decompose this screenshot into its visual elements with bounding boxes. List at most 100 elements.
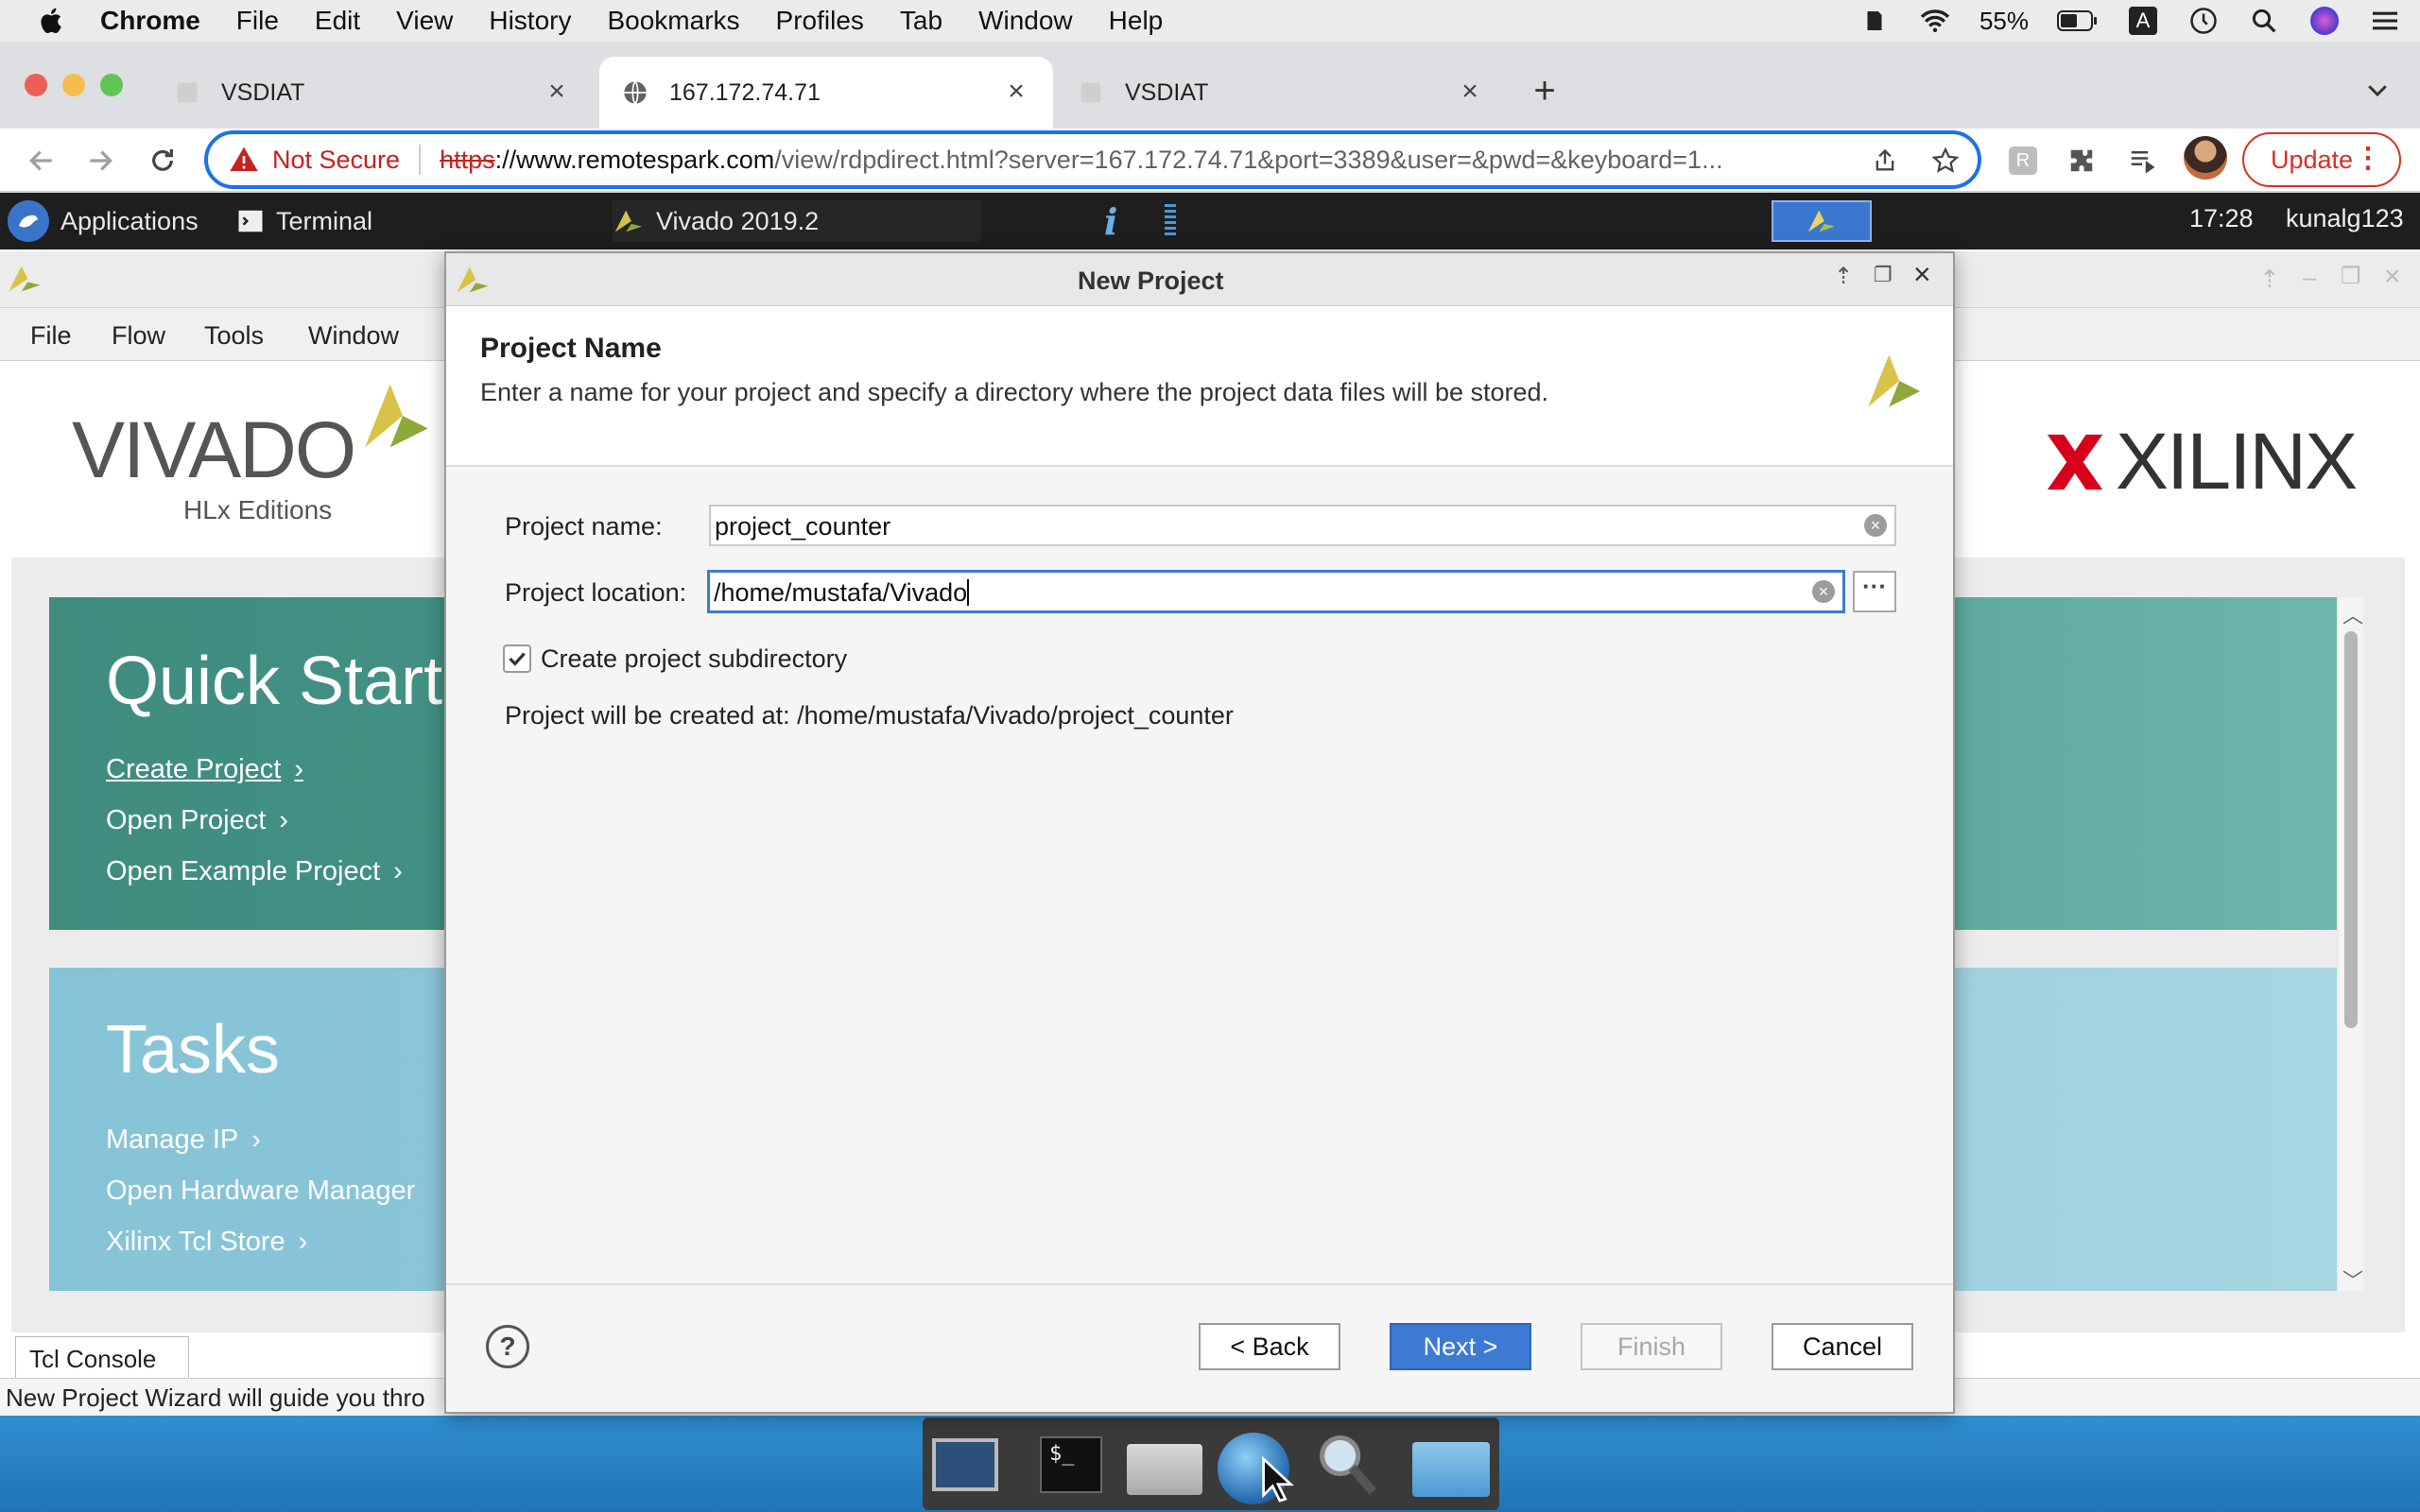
- project-name-label: Project name:: [505, 512, 663, 541]
- battery-icon[interactable]: [2057, 5, 2099, 37]
- create-subdirectory-label[interactable]: Create project subdirectory: [541, 644, 847, 674]
- created-at-value: /home/mustafa/Vivado/project_counter: [797, 701, 1234, 730]
- link-label: Open Project: [106, 805, 267, 835]
- next-wizard-button[interactable]: Next >: [1390, 1323, 1531, 1370]
- menu-app-name[interactable]: Chrome: [100, 6, 200, 36]
- project-name-value: project_counter: [715, 512, 891, 541]
- evernote-icon[interactable]: [1858, 5, 1891, 37]
- tab-remote-desktop[interactable]: 167.172.74.71 ×: [599, 57, 1053, 129]
- menu-profiles[interactable]: Profiles: [776, 6, 864, 36]
- address-bar[interactable]: Not Secure https ://www.remotespark.com …: [204, 130, 1981, 189]
- tab-vsdiat-1[interactable]: VSDIAT ×: [151, 57, 594, 129]
- home-folder-icon[interactable]: [1123, 1429, 1202, 1501]
- project-path-summary: Project will be created at: /home/mustaf…: [505, 701, 1234, 730]
- reload-button[interactable]: [142, 140, 183, 181]
- clock-menu-icon[interactable]: [2187, 5, 2220, 37]
- create-project-link[interactable]: Create Project ›: [106, 754, 303, 785]
- vivado-icon: [1807, 210, 1836, 232]
- vivado-menu-window[interactable]: Window: [308, 321, 399, 351]
- window-close-icon[interactable]: ×: [2384, 261, 2401, 293]
- taskbar-terminal[interactable]: Terminal: [236, 200, 372, 242]
- link-label: Create Project: [106, 754, 282, 784]
- battery-percent: 55%: [1979, 6, 2029, 35]
- open-hardware-manager-link[interactable]: Open Hardware Manager: [106, 1176, 415, 1207]
- media-queue-icon[interactable]: [2121, 140, 2163, 181]
- files-folder-icon[interactable]: [1409, 1429, 1490, 1501]
- forward-button[interactable]: [79, 140, 121, 181]
- back-button[interactable]: [21, 140, 62, 181]
- open-project-link[interactable]: Open Project ›: [106, 805, 288, 836]
- info-icon[interactable]: i: [1104, 200, 1117, 243]
- workspace-indicator-icon[interactable]: [1165, 200, 1176, 242]
- vivado-menu-flow[interactable]: Flow: [112, 321, 165, 351]
- minimize-window-button[interactable]: [62, 74, 85, 96]
- clear-input-icon[interactable]: ×: [1864, 514, 1887, 537]
- dialog-close-icon[interactable]: ×: [1913, 257, 1931, 292]
- menu-tab[interactable]: Tab: [900, 6, 942, 36]
- dialog-maximize-icon[interactable]: ❐: [1874, 263, 1893, 287]
- extension-icon[interactable]: R: [2002, 140, 2044, 181]
- open-example-project-link[interactable]: Open Example Project ›: [106, 856, 403, 887]
- search-app-icon[interactable]: [1308, 1429, 1384, 1501]
- profile-avatar[interactable]: [2184, 136, 2227, 180]
- menu-help[interactable]: Help: [1109, 6, 1164, 36]
- browse-location-button[interactable]: ···: [1853, 571, 1896, 612]
- close-tab-icon[interactable]: ×: [1456, 77, 1484, 106]
- scrollbar-thumb[interactable]: [2344, 631, 2358, 1028]
- vivado-menu-tools[interactable]: Tools: [204, 321, 264, 351]
- close-tab-icon[interactable]: ×: [1002, 77, 1030, 106]
- puzzle-icon[interactable]: [2061, 140, 2102, 181]
- window-minimize-icon[interactable]: –: [2303, 263, 2316, 292]
- vivado-menu-file[interactable]: File: [30, 321, 72, 351]
- tcl-console-tab[interactable]: Tcl Console: [15, 1336, 189, 1378]
- zoom-window-button[interactable]: [100, 74, 123, 96]
- chevron-down-icon[interactable]: [2363, 76, 2392, 104]
- terminal-icon[interactable]: $_: [1034, 1429, 1110, 1501]
- finish-wizard-button[interactable]: Finish: [1581, 1323, 1722, 1370]
- applications-menu[interactable]: Applications: [8, 200, 199, 242]
- help-icon[interactable]: ?: [486, 1325, 529, 1368]
- quick-start-heading: Quick Start: [106, 644, 443, 719]
- manage-ip-link[interactable]: Manage IP ›: [106, 1125, 261, 1156]
- search-icon[interactable]: [2248, 5, 2280, 37]
- new-tab-button[interactable]: +: [1526, 72, 1564, 110]
- show-desktop-icon[interactable]: [926, 1429, 1002, 1501]
- scroll-up-icon[interactable]: ︿: [2342, 599, 2363, 629]
- dialog-up-icon[interactable]: ⇡: [1834, 263, 1853, 290]
- menu-file[interactable]: File: [236, 6, 279, 36]
- project-location-input[interactable]: /home/mustafa/Vivado ×: [707, 570, 1845, 613]
- control-center-icon[interactable]: [2369, 5, 2401, 37]
- back-wizard-button[interactable]: < Back: [1199, 1323, 1340, 1370]
- close-tab-icon[interactable]: ×: [543, 77, 571, 106]
- panel-user[interactable]: kunalg123: [2286, 204, 2404, 233]
- project-name-input[interactable]: project_counter ×: [709, 505, 1896, 546]
- tab-vsdiat-2[interactable]: VSDIAT ×: [1055, 57, 1507, 129]
- close-window-button[interactable]: [25, 74, 47, 96]
- update-chrome-button[interactable]: Update ⋮: [2242, 132, 2401, 187]
- create-subdirectory-checkbox[interactable]: [503, 644, 531, 673]
- menu-window[interactable]: Window: [978, 6, 1073, 36]
- menu-history[interactable]: History: [489, 6, 571, 36]
- menu-edit[interactable]: Edit: [315, 6, 360, 36]
- clear-input-icon[interactable]: ×: [1812, 580, 1835, 603]
- scroll-down-icon[interactable]: ﹀: [2342, 1264, 2363, 1295]
- star-icon[interactable]: [1925, 140, 1966, 181]
- share-icon[interactable]: [1864, 140, 1906, 181]
- page-icon: [1080, 82, 1101, 103]
- wifi-icon[interactable]: [1919, 5, 1951, 37]
- window-up-icon[interactable]: ⇡: [2259, 265, 2280, 294]
- mac-menubar: Chrome File Edit View History Bookmarks …: [0, 0, 2420, 42]
- taskbar-vivado[interactable]: Vivado 2019.2: [613, 200, 981, 242]
- link-label: Xilinx Tcl Store: [106, 1227, 285, 1257]
- siri-icon[interactable]: [2308, 5, 2341, 37]
- apple-icon[interactable]: [36, 5, 68, 37]
- not-secure-label[interactable]: Not Secure: [272, 146, 400, 175]
- more-menu-icon[interactable]: ⋮: [2354, 144, 2382, 174]
- window-maximize-icon[interactable]: ❐: [2341, 263, 2361, 290]
- menu-bookmarks[interactable]: Bookmarks: [607, 6, 739, 36]
- workspace-switcher[interactable]: [1772, 200, 1872, 242]
- xilinx-tcl-store-link[interactable]: Xilinx Tcl Store ›: [106, 1227, 307, 1258]
- input-source-icon[interactable]: A: [2127, 5, 2159, 37]
- cancel-wizard-button[interactable]: Cancel: [1772, 1323, 1913, 1370]
- menu-view[interactable]: View: [396, 6, 453, 36]
